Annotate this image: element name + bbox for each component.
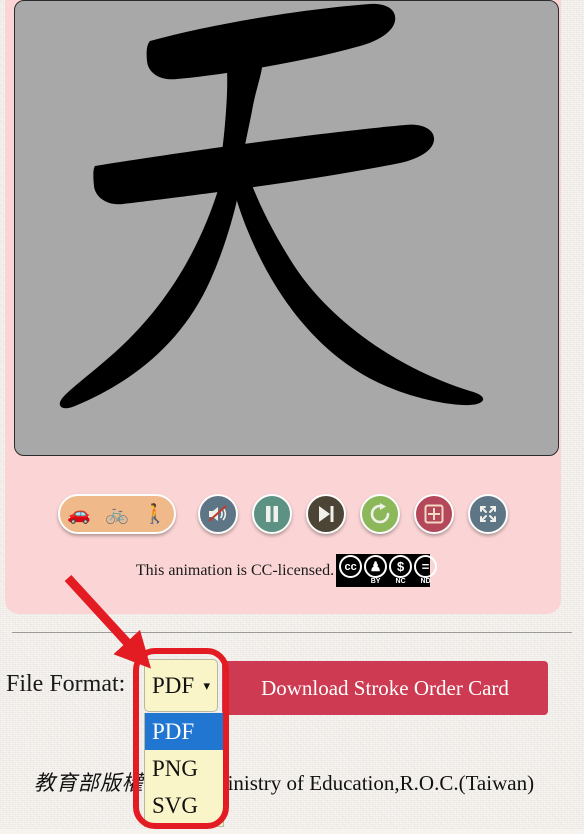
walking-person-icon[interactable]: 🚶 — [143, 505, 167, 524]
license-line: This animation is CC-licensed. cc ♟ BY $… — [5, 554, 561, 587]
mute-icon — [208, 505, 227, 522]
download-button-label: Download Stroke Order Card — [261, 675, 509, 700]
animation-panel: 🚗 🚲 🚶 This animation is CC-licensed. cc … — [5, 0, 561, 614]
file-format-option-svg[interactable]: SVG — [145, 787, 223, 824]
cc-by-icon: ♟ — [364, 555, 388, 578]
replay-button[interactable] — [360, 494, 400, 534]
car-icon[interactable]: 🚗 — [67, 505, 91, 524]
next-step-button[interactable] — [306, 494, 346, 534]
chevron-down-icon: ▾ — [203, 678, 210, 693]
file-format-option-pdf[interactable]: PDF — [145, 713, 223, 750]
section-divider — [12, 632, 572, 633]
file-format-options-list[interactable]: PDF PNG SVG — [144, 713, 224, 827]
cc-by-label: BY — [370, 578, 381, 585]
footer-copyright-english: Ministry of Education,R.O.C.(Taiwan) — [208, 771, 535, 795]
cc-abbr-blank — [350, 578, 352, 586]
grid-toggle-button[interactable] — [414, 494, 454, 534]
download-stroke-order-card-button[interactable]: Download Stroke Order Card — [222, 661, 548, 715]
cc-icon: cc — [339, 555, 363, 578]
footer-copyright: 教育部版權所有 Ministry of Education,R.O.C.(Tai… — [0, 767, 576, 797]
cc-nc-icon: $ — [389, 555, 413, 578]
mute-button[interactable] — [198, 494, 238, 534]
next-step-icon — [319, 506, 334, 522]
grid-plus-icon — [424, 504, 444, 524]
file-format-select[interactable]: PDF ▾ — [144, 659, 218, 712]
playback-controls: 🚗 🚲 🚶 — [5, 489, 561, 539]
pause-button[interactable] — [252, 494, 292, 534]
cc-nc-label: NC — [395, 578, 406, 585]
file-format-option-png[interactable]: PNG — [145, 750, 223, 787]
fullscreen-button[interactable] — [468, 494, 508, 534]
pause-icon — [266, 506, 278, 522]
license-text: This animation is CC-licensed. — [135, 561, 335, 579]
cc-by-nc-nd-badge[interactable]: cc ♟ BY $ NC = ND — [336, 554, 438, 587]
cc-nd-label: ND — [420, 578, 431, 585]
file-format-selected-value: PDF — [152, 672, 195, 698]
speed-selector[interactable]: 🚗 🚲 🚶 — [58, 494, 176, 534]
cc-nd-icon: = — [414, 555, 438, 578]
fullscreen-icon — [480, 506, 496, 522]
replay-icon — [370, 503, 390, 524]
stroke-order-canvas[interactable] — [14, 0, 559, 456]
character-glyph — [59, 3, 484, 409]
file-format-label: File Format: — [6, 671, 126, 697]
bicycle-icon[interactable]: 🚲 — [105, 505, 129, 524]
